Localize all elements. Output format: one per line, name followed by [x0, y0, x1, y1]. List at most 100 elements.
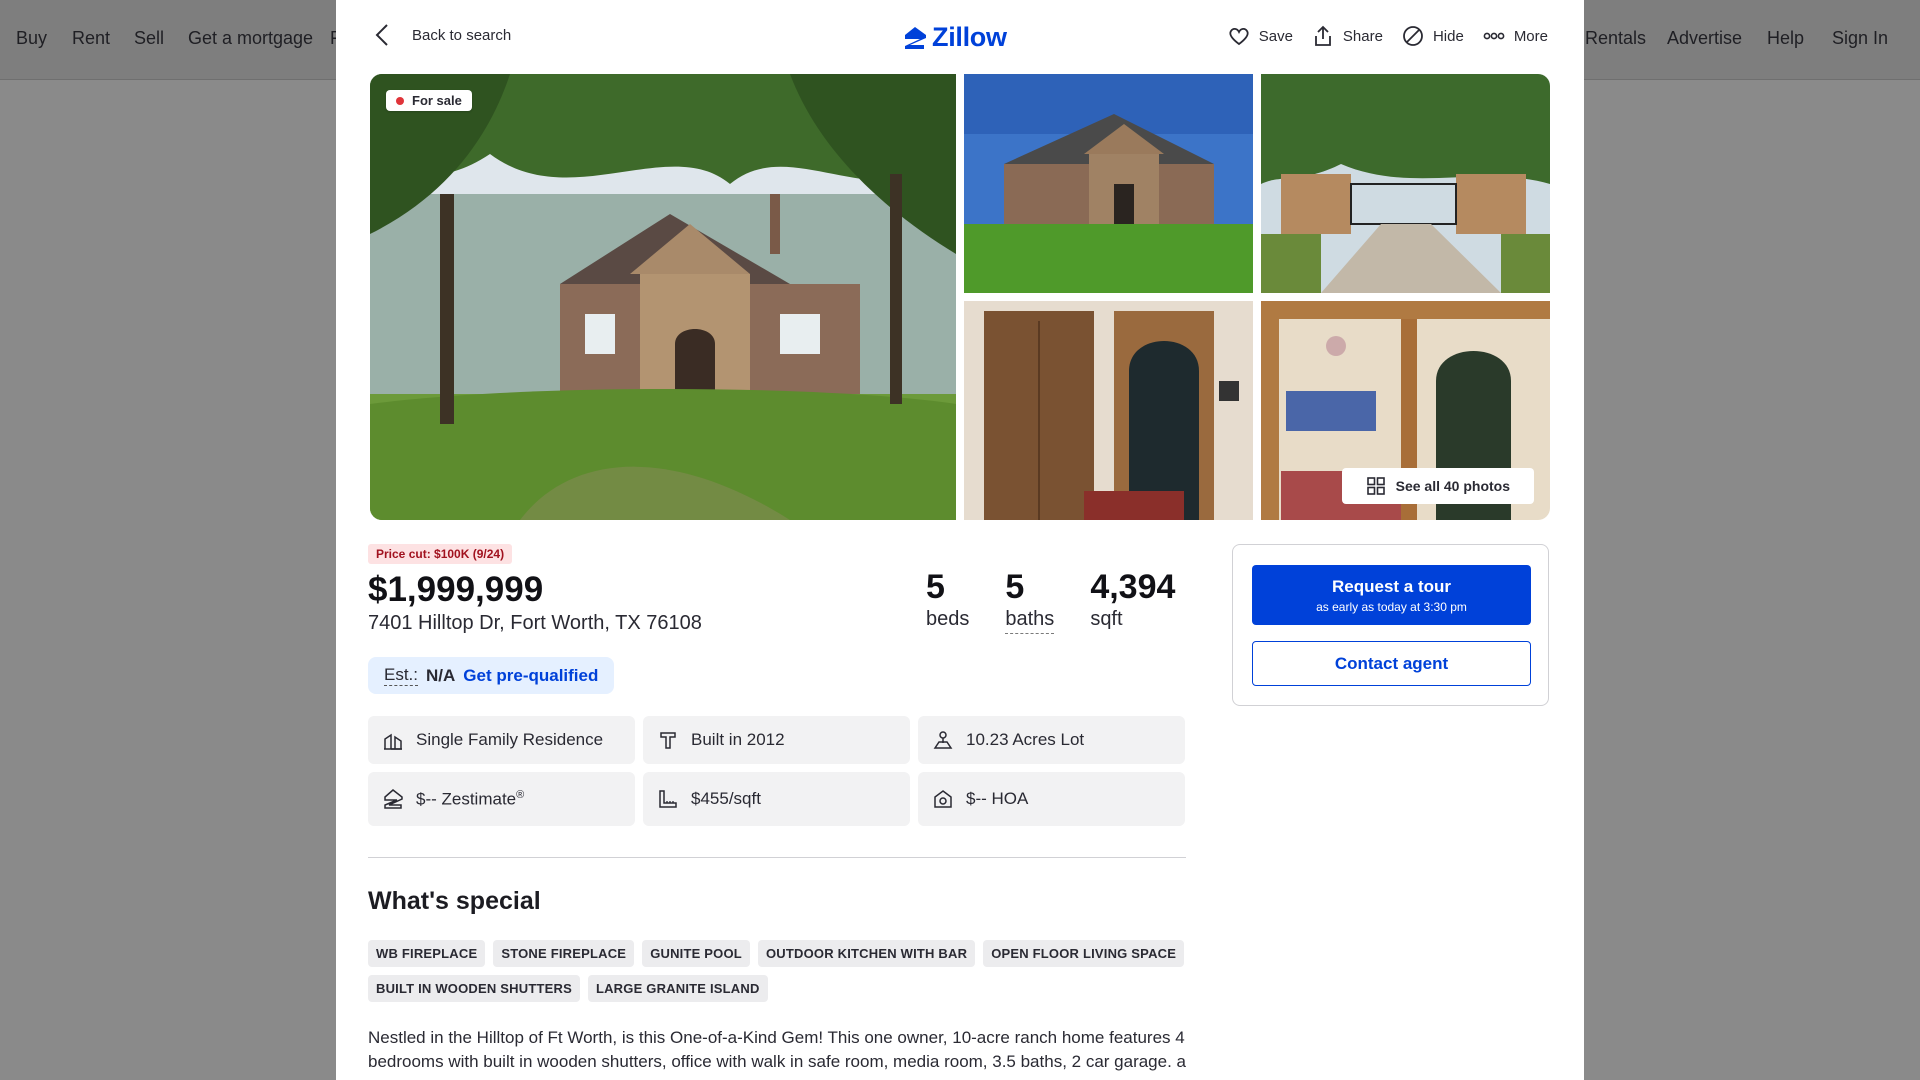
- listing-actions: Save Share Hide More: [1227, 24, 1548, 48]
- share-label: Share: [1342, 27, 1383, 45]
- gallery-photo-gate[interactable]: [1261, 74, 1550, 293]
- estimated-payment-box: Est.: N/A Get pre-qualified: [368, 657, 615, 694]
- photo-gallery: For sale See all 40 photos: [370, 74, 1550, 520]
- tile-year-built: Built in 2012: [643, 716, 910, 764]
- grid-icon: [1366, 477, 1385, 495]
- listing-description: Nestled in the Hilltop of Ft Worth, is t…: [368, 1028, 1186, 1071]
- share-icon: [1315, 25, 1331, 46]
- fact-tiles: Single Family Residence Built in 2012 10…: [368, 716, 1186, 826]
- hoa-icon: [934, 790, 952, 808]
- save-label: Save: [1258, 27, 1293, 45]
- feature-chip: GUNITE POOL: [642, 940, 750, 967]
- back-to-search-button[interactable]: Back to search: [372, 22, 511, 48]
- tile-lot-size: 10.23 Acres Lot: [918, 716, 1185, 764]
- est-label[interactable]: Est.:: [384, 665, 419, 686]
- tile-hoa: $-- HOA: [918, 772, 1185, 826]
- main-photo[interactable]: For sale: [370, 74, 956, 520]
- feature-chip: WB FIREPLACE: [368, 940, 486, 967]
- nav-buy[interactable]: Buy: [16, 28, 47, 49]
- sqft-label: sqft: [1090, 607, 1123, 630]
- beds-fact: 5 beds: [926, 568, 970, 634]
- gallery-photo-entry[interactable]: [964, 301, 1253, 520]
- contact-agent-button[interactable]: Contact agent: [1252, 641, 1531, 686]
- zestimate-label: $-- Zestimate®: [416, 789, 524, 810]
- entry-gate-image: [1261, 74, 1550, 293]
- back-to-search-label: Back to search: [412, 26, 512, 44]
- see-all-photos-button[interactable]: See all 40 photos: [1341, 468, 1534, 504]
- hide-button[interactable]: Hide: [1401, 24, 1464, 48]
- logo-text: Zillow: [932, 22, 1007, 52]
- feature-chip: OPEN FLOOR LIVING SPACE: [983, 940, 1185, 967]
- building-icon: [384, 733, 402, 750]
- tile-price-per-sqft: $455/sqft: [643, 772, 910, 826]
- zestimate-text: $-- Zestimate: [416, 789, 517, 809]
- for-sale-label: For sale: [412, 93, 462, 108]
- request-tour-sublabel: as early as today at 3:30 pm: [1316, 600, 1467, 614]
- request-tour-button[interactable]: Request a tour as early as today at 3:30…: [1252, 565, 1531, 625]
- listing-summary: Price cut: $100K (9/24) $1,999,999 7401 …: [368, 544, 1188, 1071]
- heart-icon: [1229, 27, 1249, 46]
- price-per-sqft-label: $455/sqft: [691, 789, 761, 808]
- baths-label[interactable]: baths: [1005, 608, 1055, 634]
- house-front-image: [964, 74, 1253, 293]
- nav-rent[interactable]: Rent: [72, 28, 110, 49]
- ruler-icon: [659, 790, 677, 808]
- tile-zestimate: $-- Zestimate®: [368, 772, 635, 826]
- see-all-label: See all 40 photos: [1395, 478, 1510, 494]
- for-sale-badge: For sale: [386, 90, 472, 111]
- nav-sell[interactable]: Sell: [134, 28, 164, 49]
- hoa-label: $-- HOA: [966, 789, 1029, 808]
- more-label: More: [1513, 27, 1548, 45]
- zillow-z-icon: [905, 26, 926, 49]
- listing-facts: 5 beds 5 baths 4,394 sqft: [926, 568, 1176, 634]
- lot-size-label: 10.23 Acres Lot: [966, 730, 1085, 749]
- hide-icon: [1403, 26, 1423, 46]
- hammer-icon: [660, 732, 676, 749]
- nav-advertise[interactable]: Advertise: [1667, 28, 1742, 49]
- get-pre-qualified-link[interactable]: Get pre-qualified: [463, 666, 598, 686]
- feature-chip: BUILT IN WOODEN SHUTTERS: [368, 975, 580, 1002]
- entry-door-image: [964, 301, 1253, 520]
- zestimate-icon: [384, 789, 403, 809]
- more-button[interactable]: More: [1482, 24, 1548, 48]
- contact-card: Request a tour as early as today at 3:30…: [1232, 544, 1549, 706]
- share-button[interactable]: Share: [1311, 24, 1383, 48]
- nav-rentals[interactable]: Rentals: [1585, 28, 1646, 49]
- zestimate-registered-mark: ®: [516, 788, 525, 801]
- nav-sign-in[interactable]: Sign In: [1832, 28, 1888, 49]
- gallery-photo-office[interactable]: See all 40 photos: [1261, 301, 1550, 520]
- lot-size-icon: [933, 731, 953, 749]
- sqft-fact: 4,394 sqft: [1090, 568, 1176, 634]
- hide-label: Hide: [1432, 27, 1464, 45]
- listing-address: 7401 Hilltop Dr, Fort Worth, TX 76108: [368, 612, 702, 634]
- feature-chip: STONE FIREPLACE: [493, 940, 635, 967]
- est-value: N/A: [426, 665, 456, 685]
- gallery-photo-front[interactable]: [964, 74, 1253, 293]
- nav-get-a-mortgage[interactable]: Get a mortgage: [188, 28, 313, 49]
- whats-special-heading: What's special: [368, 887, 541, 915]
- modal-topbar: Back to search Zillow Save Share Hide Mo…: [336, 0, 1584, 72]
- feature-chips: WB FIREPLACE STONE FIREPLACE GUNITE POOL…: [368, 940, 1186, 1002]
- chevron-left-icon: [375, 24, 388, 46]
- listing-price: $1,999,999: [368, 570, 544, 609]
- baths-value: 5: [1005, 568, 1025, 606]
- section-divider: [368, 857, 1186, 858]
- save-button[interactable]: Save: [1227, 24, 1293, 48]
- nav-help[interactable]: Help: [1767, 28, 1804, 49]
- house-exterior-image: [370, 74, 956, 520]
- tile-property-type: Single Family Residence: [368, 716, 635, 764]
- price-cut-badge: Price cut: $100K (9/24): [368, 544, 513, 564]
- more-dots-icon: [1483, 32, 1505, 40]
- feature-chip: OUTDOOR KITCHEN WITH BAR: [757, 940, 976, 967]
- status-dot-icon: [396, 96, 404, 105]
- baths-fact[interactable]: 5 baths: [1005, 568, 1055, 634]
- beds-value: 5: [926, 568, 945, 606]
- listing-modal: Back to search Zillow Save Share Hide Mo…: [336, 0, 1584, 1080]
- year-built-label: Built in 2012: [691, 730, 785, 749]
- request-tour-label: Request a tour: [1331, 577, 1452, 596]
- property-type-label: Single Family Residence: [416, 730, 604, 749]
- zillow-logo[interactable]: Zillow: [902, 22, 1007, 53]
- sqft-value: 4,394: [1090, 568, 1176, 606]
- feature-chip: LARGE GRANITE ISLAND: [587, 975, 768, 1002]
- beds-label: beds: [926, 607, 970, 630]
